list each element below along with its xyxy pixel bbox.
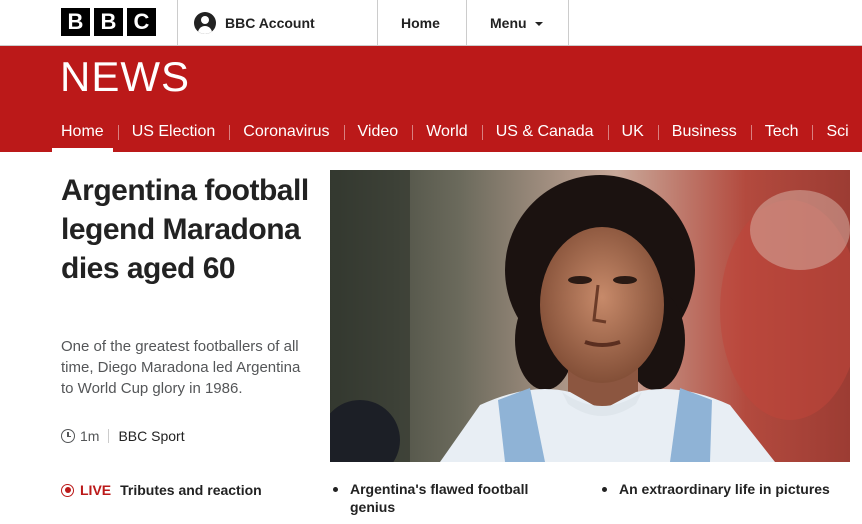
related-link[interactable]: An extraordinary life in pictures [602,480,852,498]
chevron-down-icon [534,21,543,26]
bbc-logo-letter: C [127,8,156,36]
timestamp: 1m [80,428,100,444]
related-link-label: Argentina's flawed football genius [350,481,529,515]
menu-label: Menu [490,14,527,31]
user-icon [194,11,216,34]
bbc-logo-letter: B [94,8,123,36]
related-link-label: An extraordinary life in pictures [619,481,830,497]
menu-button[interactable]: Menu [490,0,543,45]
live-icon [61,483,74,497]
bullet-icon [602,487,607,492]
divider [108,429,110,443]
live-title: Tributes and reaction [120,482,262,498]
source-link[interactable]: BBC Sport [118,428,184,444]
divider [177,0,178,45]
divider [377,0,378,45]
nav-item-science[interactable]: Sci [812,112,862,152]
related-link[interactable]: Argentina's flawed football genius [333,480,563,516]
live-link[interactable]: LIVE Tributes and reaction [61,482,262,498]
account-link[interactable]: BBC Account [194,0,315,45]
hero-photo-graphic [330,170,850,462]
nav-item-tech[interactable]: Tech [750,112,813,152]
nav-item-business[interactable]: Business [657,112,751,152]
divider [568,0,569,45]
bbc-logo[interactable]: B B C [61,8,156,36]
nav-item-uk[interactable]: UK [607,112,658,152]
nav-item-us-election[interactable]: US Election [117,112,230,152]
bullet-icon [333,487,338,492]
bbc-logo-letter: B [61,8,90,36]
top-bar: B B C BBC Account Home Menu [0,0,862,46]
divider [466,0,467,45]
clock-icon [61,429,75,443]
nav-item-us-canada[interactable]: US & Canada [481,112,608,152]
nav-item-world[interactable]: World [412,112,482,152]
live-label: LIVE [80,482,112,498]
nav-item-video[interactable]: Video [343,112,413,152]
news-logo[interactable]: NEWS [60,56,190,98]
home-link[interactable]: Home [401,0,440,45]
nav-item-home[interactable]: Home [47,112,118,152]
account-label: BBC Account [225,14,315,31]
story-meta: 1m BBC Sport [61,428,185,444]
hero-photo[interactable] [330,170,850,462]
lead-headline[interactable]: Argentina football legend Maradona dies … [61,171,311,288]
nav-item-coronavirus[interactable]: Coronavirus [229,112,343,152]
news-banner: NEWS Home US Election Coronavirus Video … [0,46,862,152]
section-nav: Home US Election Coronavirus Video World… [0,112,862,152]
lead-summary: One of the greatest footballers of all t… [61,338,301,397]
